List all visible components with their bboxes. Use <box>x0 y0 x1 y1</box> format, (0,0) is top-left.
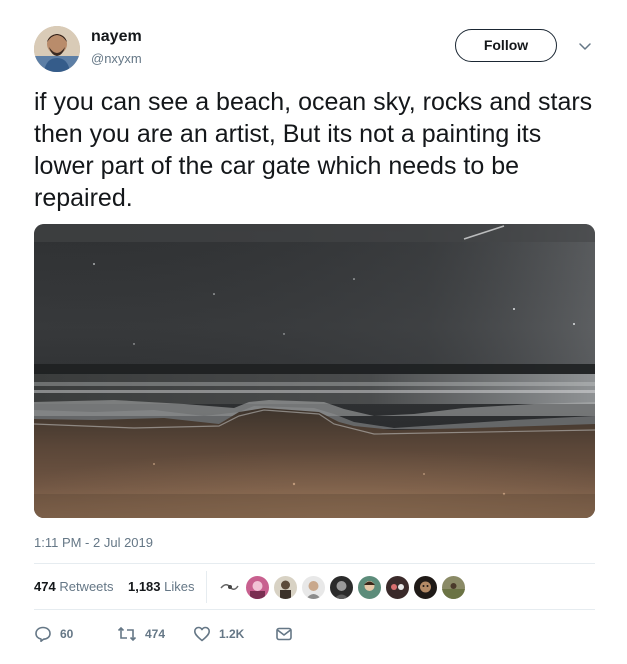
retweets-label: Retweets <box>59 579 114 594</box>
stats-separator <box>206 571 207 603</box>
reply-icon <box>34 625 52 643</box>
likes-stat[interactable]: 1,183 Likes <box>128 579 195 594</box>
retweets-stat[interactable]: 474 Retweets <box>34 579 114 594</box>
liker-avatar[interactable] <box>385 575 410 600</box>
chevron-down-icon[interactable] <box>577 38 593 54</box>
liker-avatar[interactable] <box>441 575 466 600</box>
direct-message-button[interactable] <box>275 624 293 644</box>
retweet-count: 474 <box>145 627 166 641</box>
liker-avatar[interactable] <box>217 575 242 600</box>
retweet-button[interactable]: 474 <box>117 624 165 644</box>
message-icon <box>275 625 293 643</box>
retweet-icon <box>117 625 137 643</box>
author-name[interactable]: nayem <box>91 28 142 46</box>
like-button[interactable]: 1.2K <box>193 624 244 644</box>
avatar[interactable] <box>34 26 80 72</box>
liker-avatar[interactable] <box>301 575 326 600</box>
tweet-card: nayem @nxyxm Follow if you can see a bea… <box>0 0 627 664</box>
liker-avatar[interactable] <box>357 575 382 600</box>
like-count: 1.2K <box>219 627 245 641</box>
liker-avatar[interactable] <box>245 575 270 600</box>
tweet-text: if you can see a beach, ocean sky, rocks… <box>34 88 593 212</box>
author-handle[interactable]: @nxyxm <box>91 51 142 66</box>
likes-label: Likes <box>164 579 195 594</box>
follow-button[interactable]: Follow <box>455 29 557 62</box>
likes-count: 1,183 <box>127 579 161 594</box>
reply-button[interactable]: 60 <box>34 624 73 644</box>
tweet-image[interactable] <box>34 224 595 518</box>
liker-avatar[interactable] <box>329 575 354 600</box>
tweet-timestamp[interactable]: 1:11 PM - 2 Jul 2019 <box>34 535 153 550</box>
divider <box>34 609 595 610</box>
liker-avatar[interactable] <box>413 575 438 600</box>
reply-count: 60 <box>60 627 74 641</box>
heart-icon <box>193 625 211 643</box>
engagement-stats: 474 Retweets 1,183 Likes <box>34 579 195 594</box>
liker-avatar[interactable] <box>273 575 298 600</box>
divider <box>34 563 595 564</box>
retweets-count: 474 <box>34 579 56 594</box>
